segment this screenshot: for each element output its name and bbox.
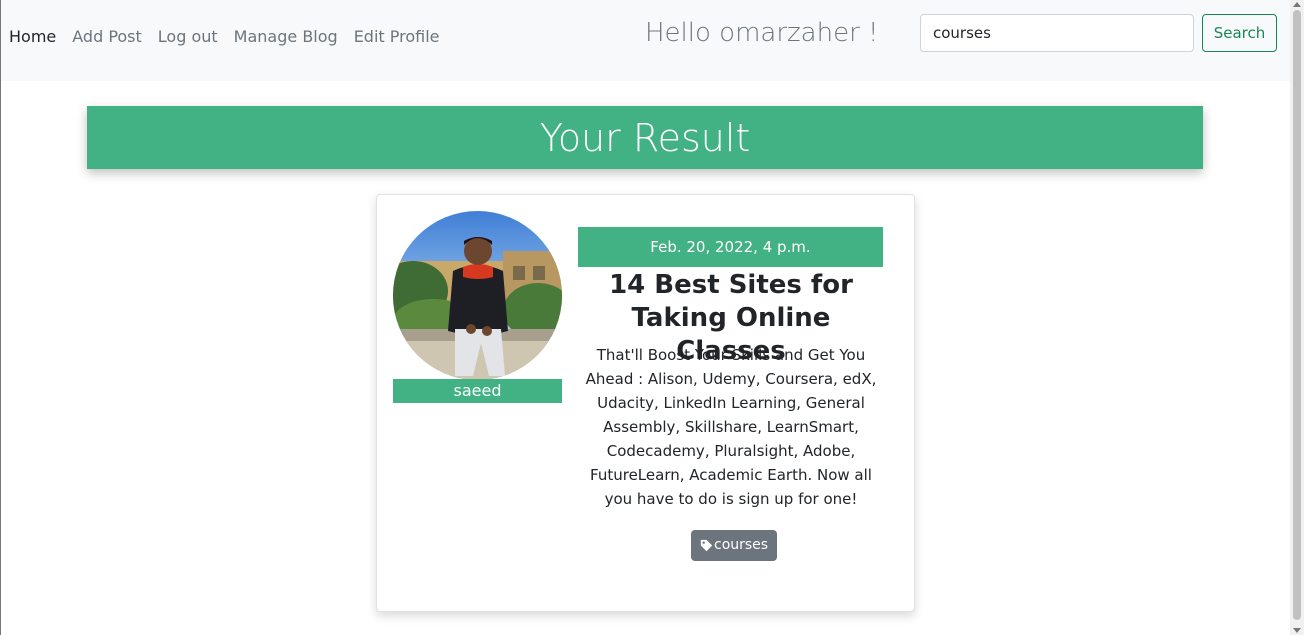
navbar: Home Add Post Log out Manage Blog Edit P… — [1, 0, 1290, 81]
author-photo — [393, 211, 562, 380]
post-card: saeed Feb. 20, 2022, 4 p.m. 14 Best Site… — [376, 194, 915, 612]
user-greeting: Hello omarzaher ! — [645, 18, 879, 48]
scroll-down-arrow-icon[interactable] — [1293, 628, 1301, 633]
post-excerpt: That'll Boost Your Skills and Get You Ah… — [585, 346, 877, 508]
nav-manage-blog-link[interactable]: Manage Blog — [234, 26, 338, 48]
result-banner: Your Result — [87, 106, 1203, 169]
nav-add-post-link[interactable]: Add Post — [72, 26, 142, 48]
scrollbar-thumb[interactable] — [1293, 10, 1301, 620]
post-tag-badge[interactable]: courses — [691, 530, 778, 561]
tag-icon — [700, 539, 713, 552]
scroll-up-arrow-icon[interactable] — [1293, 2, 1301, 7]
search-button[interactable]: Search — [1202, 14, 1277, 52]
nav-links: Home Add Post Log out Manage Blog Edit P… — [9, 26, 456, 48]
post-tag-label: courses — [714, 537, 769, 553]
post-date: Feb. 20, 2022, 4 p.m. — [578, 227, 883, 267]
nav-edit-profile-link[interactable]: Edit Profile — [354, 26, 440, 48]
author-avatar — [393, 211, 562, 380]
author-name[interactable]: saeed — [393, 379, 562, 403]
search-input[interactable] — [920, 14, 1194, 52]
page-scrollbar[interactable] — [1290, 0, 1304, 635]
result-banner-title: Your Result — [539, 115, 751, 160]
nav-log-out-link[interactable]: Log out — [158, 26, 218, 48]
nav-home-link[interactable]: Home — [9, 26, 56, 48]
